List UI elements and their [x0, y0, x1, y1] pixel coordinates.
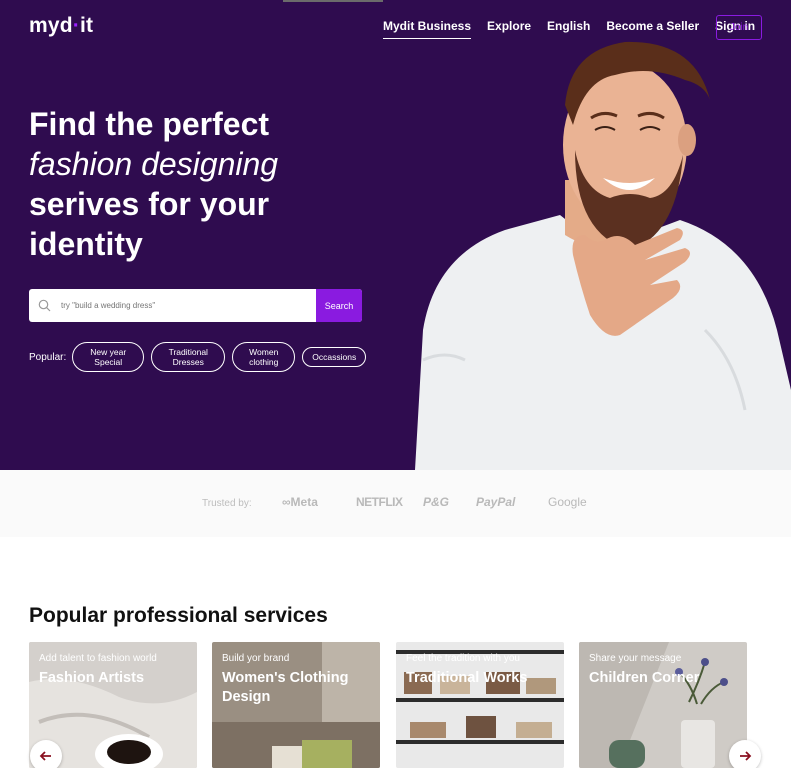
- logo-dot: ·: [72, 14, 80, 37]
- card-title: Women's Clothing Design: [222, 670, 349, 705]
- headline-line-1: Find the perfect: [29, 106, 270, 142]
- tag-text: Occassions: [312, 352, 357, 362]
- popular-label: Popular:: [29, 351, 67, 363]
- tag-text: Special: [94, 357, 123, 367]
- card-title: Children Corner: [589, 670, 700, 686]
- arrow-left-icon: [39, 751, 51, 761]
- top-scroll-indicator: [283, 0, 383, 2]
- card-title: Traditional Works: [406, 670, 528, 686]
- logo-text-right: it: [79, 14, 94, 37]
- service-card-children-corner[interactable]: Share your message Children Corner: [579, 642, 747, 768]
- card-tag: Add talent to fashion world: [39, 653, 157, 664]
- headline-line-2: fashion designing: [29, 146, 279, 182]
- popular-tag-women[interactable]: Women clothing: [232, 342, 296, 372]
- logo[interactable]: myd·it: [29, 14, 93, 38]
- popular-tag-new-year[interactable]: New year Special: [72, 342, 145, 372]
- hero-section: myd·it Mydit Business Explore English Be…: [0, 0, 791, 470]
- service-card-womens-clothing[interactable]: Build yor brand Women's Clothing Design: [212, 642, 380, 768]
- brand-google: Google: [548, 495, 587, 509]
- hero-person-image: [415, 41, 791, 470]
- logo-text-left: myd: [29, 14, 73, 37]
- tag-text: Dresses: [172, 357, 204, 367]
- carousel-prev-button[interactable]: [30, 740, 62, 768]
- card-title: Fashion Artists: [39, 670, 145, 686]
- tag-text: clothing: [249, 357, 279, 367]
- popular-tag-occasions[interactable]: Occassions: [302, 347, 367, 367]
- search-button[interactable]: Search: [316, 289, 362, 322]
- carousel-next-button[interactable]: [729, 740, 761, 768]
- search-bar: Search: [29, 289, 362, 322]
- search-icon: [29, 289, 55, 322]
- arrow-right-icon: [740, 751, 752, 761]
- card-tag: Share your message: [589, 653, 682, 664]
- headline-line-4: identity: [29, 226, 143, 262]
- card-tag: Feel the tradition with you: [406, 653, 520, 664]
- trusted-by-bar: Trusted by: ∞Meta NETFLIX P&G PayPal Goo…: [0, 470, 791, 537]
- headline-line-3: serives for your: [29, 186, 270, 222]
- brand-netflix: NETFLIX: [356, 495, 403, 509]
- tag-text: Traditional: [168, 347, 208, 357]
- trusted-label: Trusted by:: [202, 498, 252, 509]
- popular-tag-traditional[interactable]: Traditional Dresses: [151, 342, 226, 372]
- tag-text: New year: [90, 347, 127, 357]
- service-card-traditional-works[interactable]: Feel the tradition with you Traditional …: [396, 642, 564, 768]
- search-input[interactable]: [55, 289, 316, 322]
- services-title: Popular professional services: [29, 604, 328, 627]
- tag-text: Women: [249, 347, 279, 357]
- popular-tags: Popular: New year Special Traditional Dres…: [29, 342, 373, 372]
- hero-headline: Find the perfect fashion designing seriv…: [29, 104, 278, 264]
- brand-paypal: PayPal: [476, 495, 516, 509]
- card-tag: Build yor brand: [222, 653, 290, 664]
- brand-pg: P&G: [423, 495, 450, 509]
- brand-meta: ∞Meta: [282, 495, 318, 509]
